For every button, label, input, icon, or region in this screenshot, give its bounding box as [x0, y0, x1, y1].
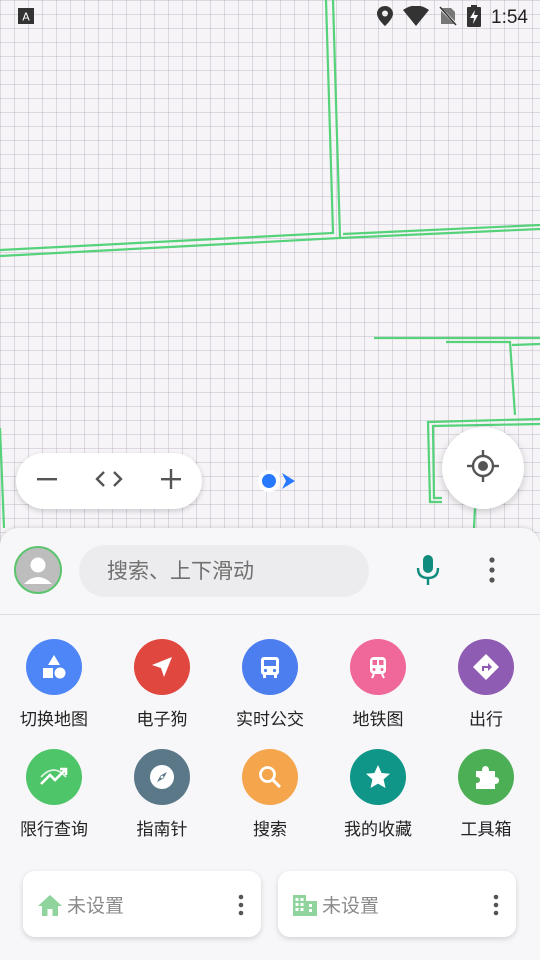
shortcut-label: 工具箱	[460, 820, 512, 840]
locate-me-button[interactable]	[442, 427, 524, 509]
sheet-header	[0, 528, 540, 615]
shapes-icon	[26, 639, 82, 695]
search-bar[interactable]	[79, 545, 369, 597]
more-vert-icon	[488, 557, 496, 587]
shortcut-label: 搜索	[253, 820, 287, 840]
wifi-icon	[403, 5, 430, 30]
shortcut-label: 限行查询	[20, 820, 88, 840]
zoom-in-button[interactable]	[147, 457, 195, 505]
location-icon	[377, 6, 394, 30]
shortcut-label: 电子狗	[136, 710, 188, 730]
avatar[interactable]	[14, 546, 62, 594]
shortcut-label: 切换地图	[20, 710, 88, 730]
shortcut-label: 指南针	[136, 820, 188, 840]
svg-text:A: A	[22, 11, 30, 24]
shortcut-label: 实时公交	[236, 710, 304, 730]
bottom-sheet[interactable]: 切换地图 电子狗 实时公交 地铁图 出行	[0, 528, 540, 960]
shortcut-switch-map[interactable]: 切换地图	[0, 628, 108, 730]
work-more-button[interactable]	[482, 889, 510, 921]
shortcut-e-dog[interactable]: 电子狗	[108, 628, 216, 730]
work-label: 未设置	[322, 895, 380, 917]
notification-a-icon: A	[18, 8, 34, 28]
shortcut-compass[interactable]: 指南针	[108, 738, 216, 840]
directions-icon	[458, 639, 514, 695]
home-label: 未设置	[67, 895, 125, 917]
shortcut-label: 地铁图	[352, 710, 404, 730]
voice-search-button[interactable]	[408, 552, 448, 592]
more-vert-icon	[238, 894, 244, 916]
gps-crosshair-icon	[466, 449, 500, 487]
more-vert-icon	[493, 894, 499, 916]
home-icon	[37, 892, 63, 918]
trending-icon	[26, 749, 82, 805]
shortcut-realtime-bus[interactable]: 实时公交	[216, 628, 324, 730]
building-icon	[292, 892, 318, 918]
shortcut-traffic-restriction[interactable]: 限行查询	[0, 738, 108, 840]
home-card[interactable]: 未设置	[23, 871, 261, 937]
bus-icon	[242, 639, 298, 695]
code-toggle-button[interactable]	[85, 457, 133, 505]
zoom-out-icon	[35, 467, 59, 495]
zoom-in-icon	[159, 467, 183, 495]
shortcut-subway-map[interactable]: 地铁图	[324, 628, 432, 730]
zoom-out-button[interactable]	[23, 457, 71, 505]
shortcut-label: 我的收藏	[344, 820, 412, 840]
my-location-marker	[255, 466, 297, 500]
zoom-controls	[16, 453, 202, 509]
battery-charging-icon	[467, 5, 482, 31]
shortcut-label: 出行	[469, 710, 503, 730]
shortcut-search[interactable]: 搜索	[216, 738, 324, 840]
puzzle-icon	[458, 749, 514, 805]
search-icon	[242, 749, 298, 805]
shortcut-favorites[interactable]: 我的收藏	[324, 738, 432, 840]
work-card[interactable]: 未设置	[278, 871, 516, 937]
no-sim-icon	[438, 6, 458, 30]
microphone-icon	[415, 554, 441, 590]
more-options-button[interactable]	[472, 552, 512, 592]
person-icon	[16, 548, 60, 592]
status-time: 1:54	[491, 7, 528, 28]
compass-icon	[134, 749, 190, 805]
status-bar: A 1:54	[0, 0, 540, 36]
home-more-button[interactable]	[227, 889, 255, 921]
code-toggle-icon	[93, 467, 125, 495]
shortcut-toolbox[interactable]: 工具箱	[432, 738, 540, 840]
navigation-arrow-icon	[134, 639, 190, 695]
subway-icon	[350, 639, 406, 695]
shortcut-travel[interactable]: 出行	[432, 628, 540, 730]
star-icon	[350, 749, 406, 805]
search-input[interactable]	[107, 545, 357, 597]
